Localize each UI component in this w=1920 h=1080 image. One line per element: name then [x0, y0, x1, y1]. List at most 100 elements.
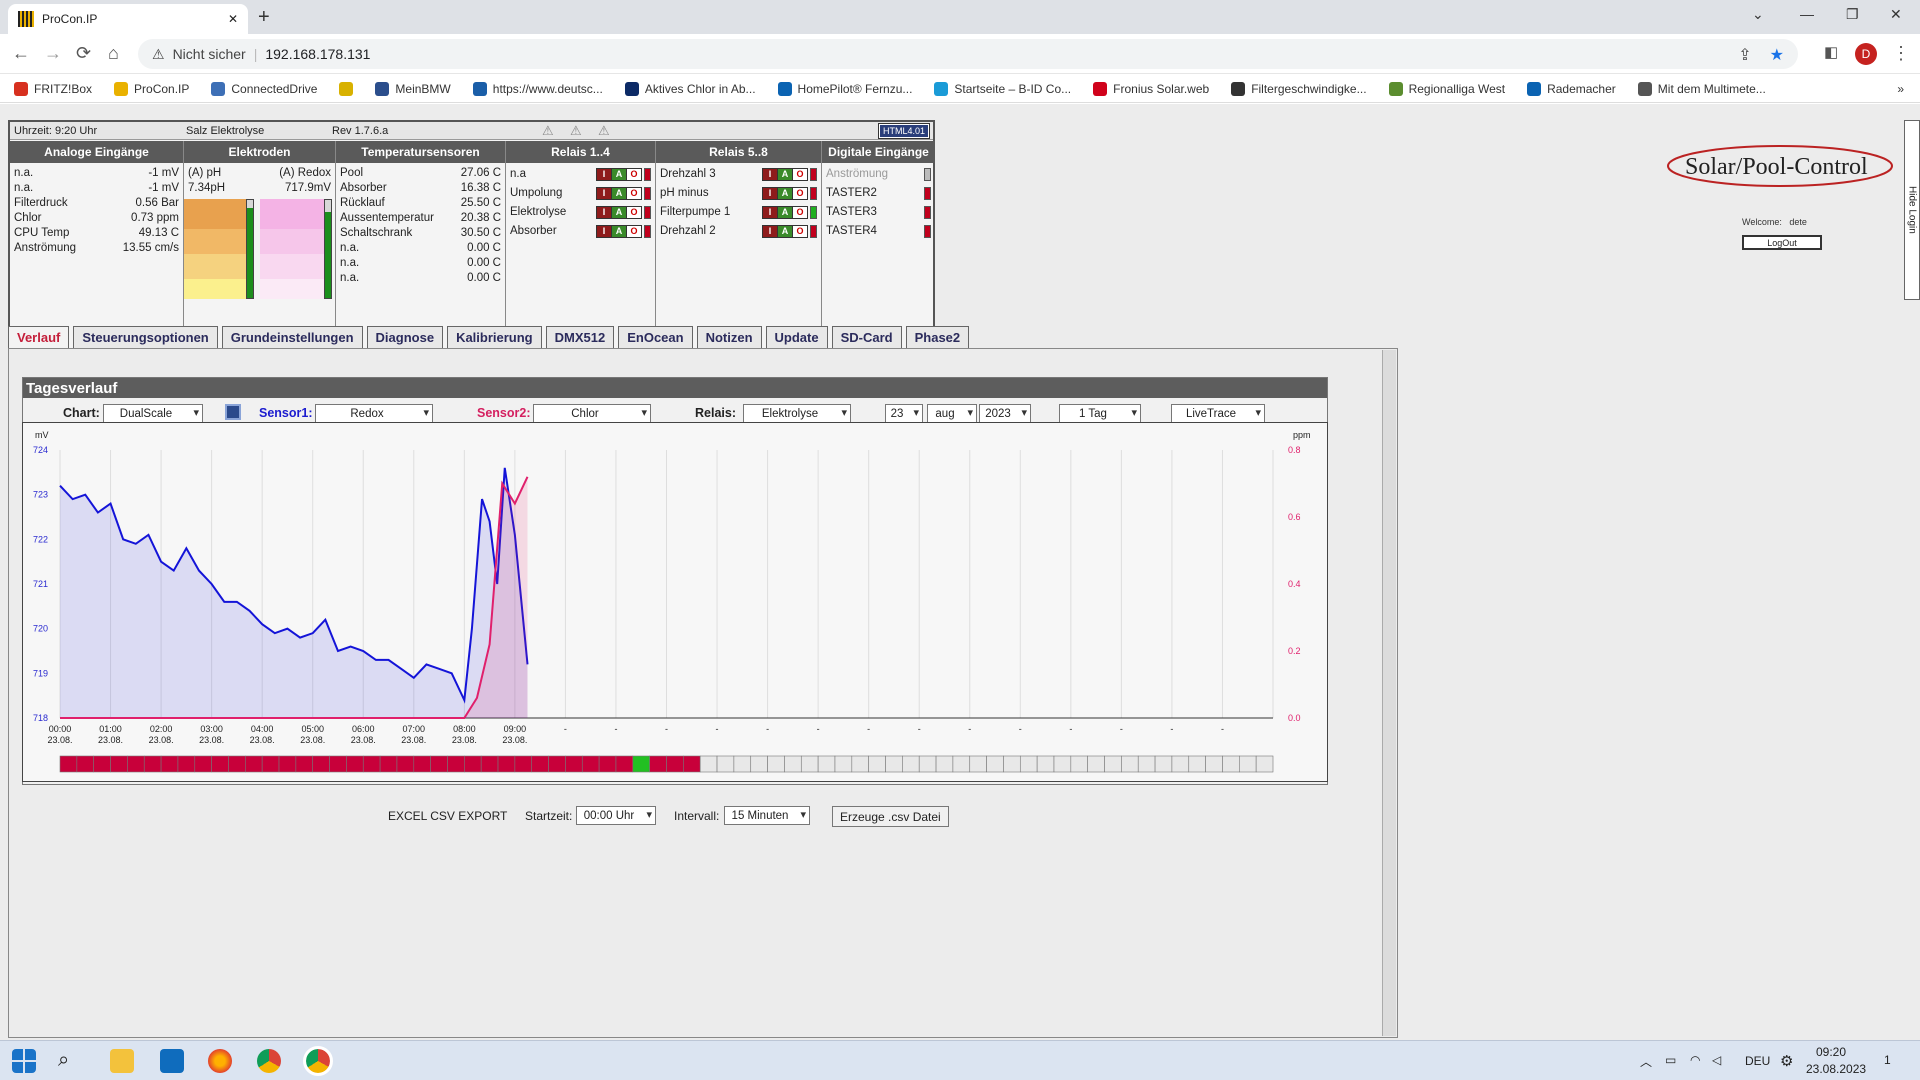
- logout-button[interactable]: LogOut: [1742, 235, 1822, 250]
- volume-icon[interactable]: ◁: [1712, 1053, 1721, 1067]
- mode-select[interactable]: LiveTrace: [1171, 404, 1265, 423]
- month-select[interactable]: aug: [927, 404, 977, 423]
- relay-mode-i[interactable]: I: [597, 168, 611, 180]
- relay-mode-o[interactable]: O: [793, 225, 807, 237]
- relay-mode-a[interactable]: A: [778, 206, 792, 218]
- relay-mode-i[interactable]: I: [597, 187, 611, 199]
- clock-date[interactable]: 23.08.2023: [1806, 1062, 1866, 1076]
- bookmark-item[interactable]: MeinBMW: [375, 81, 451, 96]
- relay-mode-a[interactable]: A: [612, 206, 626, 218]
- battery-icon[interactable]: ▭: [1665, 1053, 1676, 1067]
- warning-icon[interactable]: ⚠: [152, 46, 165, 63]
- relay-mode-a[interactable]: A: [778, 168, 792, 180]
- relay-mode-i[interactable]: I: [763, 168, 777, 180]
- relay-mode-a[interactable]: A: [778, 187, 792, 199]
- relay-mode-switch[interactable]: IAO: [762, 186, 808, 200]
- relay-mode-a[interactable]: A: [612, 225, 626, 237]
- windows-start-icon[interactable]: [12, 1049, 36, 1073]
- restore-icon[interactable]: ❐: [1846, 6, 1859, 23]
- save-disk-icon[interactable]: [225, 404, 241, 420]
- bookmark-item[interactable]: Fronius Solar.web: [1093, 81, 1209, 96]
- tab-diagnose[interactable]: Diagnose: [366, 326, 444, 348]
- relay-mode-switch[interactable]: IAO: [762, 224, 808, 238]
- tab-verlauf[interactable]: Verlauf: [8, 326, 70, 348]
- relay-mode-o[interactable]: O: [627, 187, 641, 199]
- range-select[interactable]: 1 Tag: [1059, 404, 1141, 423]
- content-scrollbar[interactable]: [1382, 350, 1396, 1036]
- relay-mode-o[interactable]: O: [793, 187, 807, 199]
- tab-enocean[interactable]: EnOcean: [618, 326, 693, 348]
- relais-select[interactable]: Elektrolyse: [743, 404, 851, 423]
- tab-update[interactable]: Update: [765, 326, 828, 348]
- sensor1-select[interactable]: Redox: [315, 404, 433, 423]
- bookmark-item[interactable]: Regionalliga West: [1388, 81, 1505, 96]
- firefox-icon[interactable]: [208, 1049, 232, 1073]
- relay-mode-o[interactable]: O: [627, 168, 641, 180]
- relay-mode-o[interactable]: O: [627, 225, 641, 237]
- relay-mode-switch[interactable]: IAO: [596, 224, 642, 238]
- bookmark-item[interactable]: HomePilot® Fernzu...: [777, 81, 912, 96]
- bookmark-item[interactable]: Aktives Chlor in Ab...: [624, 81, 756, 96]
- share-icon[interactable]: ⇪: [1738, 45, 1751, 65]
- day-select[interactable]: 23: [885, 404, 923, 423]
- omnibox[interactable]: ⚠ Nicht sicher | 192.168.178.131 ⇪ ★: [138, 39, 1798, 69]
- relay-mode-i[interactable]: I: [597, 225, 611, 237]
- back-icon[interactable]: ←: [12, 43, 30, 64]
- bookmarks-overflow-icon[interactable]: »: [1897, 82, 1904, 96]
- bookmark-item[interactable]: Mit dem Multimete...: [1637, 81, 1766, 96]
- tab-sd-card[interactable]: SD-Card: [831, 326, 902, 348]
- close-tab-icon[interactable]: ✕: [228, 12, 238, 26]
- chrome-active-icon[interactable]: [303, 1046, 333, 1076]
- tab-steuerungsoptionen[interactable]: Steuerungsoptionen: [73, 326, 218, 348]
- relay-mode-a[interactable]: A: [778, 225, 792, 237]
- relay-mode-switch[interactable]: IAO: [596, 205, 642, 219]
- relay-mode-a[interactable]: A: [612, 187, 626, 199]
- menu-kebab-icon[interactable]: ⋮: [1892, 43, 1910, 64]
- close-window-icon[interactable]: ✕: [1890, 6, 1902, 23]
- start-time-select[interactable]: 00:00 Uhr: [576, 806, 656, 825]
- tab-phase2[interactable]: Phase2: [905, 326, 970, 348]
- forward-icon[interactable]: →: [44, 43, 62, 64]
- bookmark-star-icon[interactable]: ★: [1770, 45, 1784, 65]
- relay-mode-switch[interactable]: IAO: [762, 205, 808, 219]
- relay-mode-i[interactable]: I: [763, 206, 777, 218]
- bookmark-item[interactable]: ProCon.IP: [114, 81, 189, 96]
- create-csv-button[interactable]: Erzeuge .csv Datei: [832, 806, 949, 827]
- language-indicator[interactable]: DEU: [1745, 1054, 1770, 1068]
- relay-mode-i[interactable]: I: [597, 206, 611, 218]
- chevron-down-icon[interactable]: ⌄: [1752, 6, 1764, 23]
- tab-grundeinstellungen[interactable]: Grundeinstellungen: [221, 326, 363, 348]
- relay-mode-o[interactable]: O: [793, 206, 807, 218]
- wifi-icon[interactable]: ◠: [1690, 1053, 1700, 1067]
- new-tab-button[interactable]: +: [258, 6, 270, 29]
- bookmark-item[interactable]: https://www.deutsc...: [472, 81, 603, 96]
- notification-icon[interactable]: 1: [1884, 1053, 1891, 1067]
- bookmark-item[interactable]: Rademacher: [1527, 81, 1616, 96]
- bookmark-item[interactable]: ConnectedDrive: [211, 81, 317, 96]
- sidepanel-icon[interactable]: ◧: [1824, 43, 1838, 61]
- profile-avatar[interactable]: D: [1855, 43, 1877, 65]
- home-icon[interactable]: ⌂: [108, 43, 119, 64]
- interval-select[interactable]: 15 Minuten: [724, 806, 810, 825]
- browser-tab[interactable]: ProCon.IP ✕: [8, 4, 248, 34]
- relay-mode-switch[interactable]: IAO: [596, 186, 642, 200]
- tab-notizen[interactable]: Notizen: [696, 326, 762, 348]
- tray-chevron-icon[interactable]: ︿: [1640, 1053, 1652, 1070]
- inner-scrollbar[interactable]: [1362, 354, 1376, 1034]
- chart-type-select[interactable]: DualScale: [103, 404, 203, 423]
- clock-time[interactable]: 09:20: [1816, 1045, 1846, 1059]
- hide-login-tab[interactable]: Hide Login: [1904, 120, 1920, 300]
- year-select[interactable]: 2023: [979, 404, 1031, 423]
- settings-gear-icon[interactable]: ⚙: [1780, 1052, 1793, 1070]
- tab-dmx512[interactable]: DMX512: [545, 326, 615, 348]
- sensor2-select[interactable]: Chlor: [533, 404, 651, 423]
- relay-mode-o[interactable]: O: [793, 168, 807, 180]
- file-explorer-icon[interactable]: [110, 1049, 134, 1073]
- relay-mode-o[interactable]: O: [627, 206, 641, 218]
- reload-icon[interactable]: ⟳: [76, 43, 91, 64]
- bookmark-item[interactable]: FRITZ!Box: [14, 81, 92, 96]
- search-icon[interactable]: ⌕: [58, 1049, 82, 1073]
- minimize-icon[interactable]: —: [1800, 6, 1814, 22]
- chrome-icon[interactable]: [257, 1049, 281, 1073]
- bookmark-item[interactable]: Startseite – B-ID Co...: [934, 81, 1071, 96]
